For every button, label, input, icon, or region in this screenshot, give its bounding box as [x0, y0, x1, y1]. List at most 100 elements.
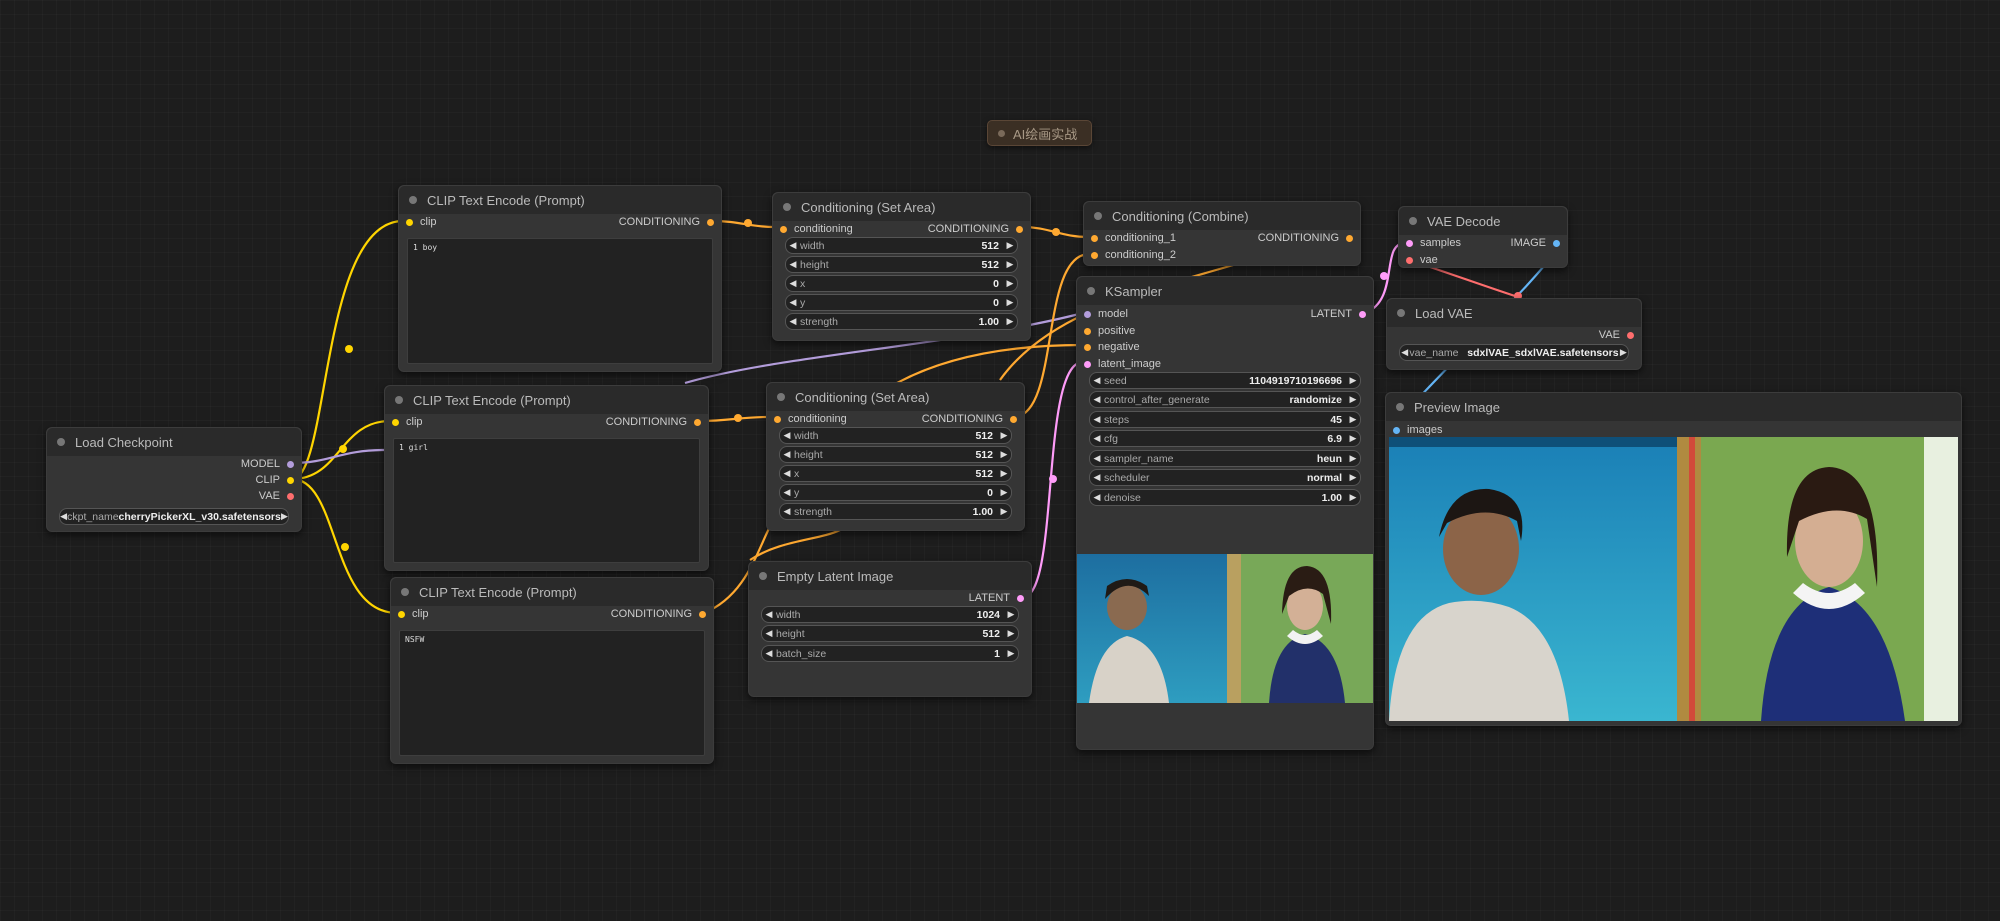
arrow-left-icon[interactable]: ◀: [780, 487, 794, 498]
arrow-right-icon[interactable]: ▶: [1003, 259, 1017, 270]
arrow-left-icon[interactable]: ◀: [1400, 347, 1409, 358]
prompt-textarea[interactable]: NSFW: [399, 630, 705, 756]
collapse-dot-icon[interactable]: [777, 393, 785, 401]
prompt-textarea[interactable]: 1 boy: [407, 238, 713, 364]
arrow-left-icon[interactable]: ◀: [786, 316, 800, 327]
arrow-left-icon[interactable]: ◀: [762, 648, 776, 659]
input-clip[interactable]: clip: [392, 415, 423, 429]
output-image[interactable]: IMAGE: [1511, 236, 1560, 250]
x-widget[interactable]: ◀ x 0 ▶: [785, 275, 1018, 292]
collapse-dot-icon[interactable]: [1396, 403, 1404, 411]
conditioning-output-dot-icon[interactable]: [694, 418, 701, 426]
arrow-left-icon[interactable]: ◀: [780, 506, 794, 517]
height-widget[interactable]: ◀ height 512 ▶: [785, 256, 1018, 273]
node-title[interactable]: CLIP Text Encode (Prompt): [385, 386, 708, 414]
cfg-widget[interactable]: ◀ cfg 6.9 ▶: [1089, 430, 1361, 447]
conditioning-input-dot-icon[interactable]: [1091, 234, 1098, 242]
node-conditioning-set-area-1[interactable]: Conditioning (Set Area) conditioning CON…: [772, 192, 1031, 341]
node-title[interactable]: Conditioning (Set Area): [773, 193, 1030, 221]
width-widget[interactable]: ◀ width 512 ▶: [779, 427, 1012, 444]
arrow-right-icon[interactable]: ▶: [997, 487, 1011, 498]
arrow-left-icon[interactable]: ◀: [786, 297, 800, 308]
width-widget[interactable]: ◀ width 512 ▶: [785, 237, 1018, 254]
arrow-left-icon[interactable]: ◀: [786, 240, 800, 251]
output-conditioning[interactable]: CONDITIONING: [606, 415, 701, 429]
latent-output-dot-icon[interactable]: [1359, 310, 1366, 318]
arrow-right-icon[interactable]: ▶: [281, 511, 288, 522]
vae-output-dot-icon[interactable]: [287, 492, 294, 500]
arrow-left-icon[interactable]: ◀: [1090, 375, 1104, 386]
arrow-right-icon[interactable]: ▶: [1346, 472, 1360, 483]
node-title[interactable]: Load VAE: [1387, 299, 1641, 327]
images-input-dot-icon[interactable]: [1393, 426, 1400, 434]
samples-input-dot-icon[interactable]: [1406, 239, 1413, 247]
node-empty-latent-image[interactable]: Empty Latent Image LATENT ◀ width 1024 ▶ ◀ h…: [748, 561, 1032, 697]
control-after-generate-widget[interactable]: ◀ control_after_generate randomize ▶: [1089, 391, 1361, 408]
node-ksampler[interactable]: KSampler model positive negative latent_…: [1076, 276, 1374, 750]
model-input-dot-icon[interactable]: [1084, 310, 1091, 318]
y-widget[interactable]: ◀ y 0 ▶: [779, 484, 1012, 501]
node-conditioning-set-area-2[interactable]: Conditioning (Set Area) conditioning CON…: [766, 382, 1025, 531]
arrow-right-icon[interactable]: ▶: [1004, 628, 1018, 639]
input-latent-image[interactable]: latent_image: [1084, 357, 1161, 371]
vae-input-dot-icon[interactable]: [1406, 256, 1413, 264]
steps-widget[interactable]: ◀ steps 45 ▶: [1089, 411, 1361, 428]
input-conditioning[interactable]: conditioning: [774, 412, 847, 426]
arrow-right-icon[interactable]: ▶: [1346, 375, 1360, 386]
clip-input-dot-icon[interactable]: [392, 418, 399, 426]
prompt-textarea[interactable]: 1 girl: [393, 438, 700, 563]
clip-output-dot-icon[interactable]: [287, 476, 294, 484]
output-conditioning[interactable]: CONDITIONING: [1258, 231, 1353, 245]
arrow-right-icon[interactable]: ▶: [1346, 492, 1360, 503]
arrow-left-icon[interactable]: ◀: [762, 628, 776, 639]
conditioning-input-dot-icon[interactable]: [780, 225, 787, 233]
image-output-dot-icon[interactable]: [1553, 239, 1560, 247]
node-clip-text-encode-2[interactable]: CLIP Text Encode (Prompt) clip CONDITION…: [384, 385, 709, 571]
conditioning-output-dot-icon[interactable]: [1010, 415, 1017, 423]
strength-widget[interactable]: ◀ strength 1.00 ▶: [785, 313, 1018, 330]
latent-output-dot-icon[interactable]: [1017, 594, 1024, 602]
arrow-left-icon[interactable]: ◀: [780, 449, 794, 460]
output-latent[interactable]: LATENT: [969, 591, 1024, 605]
collapse-dot-icon[interactable]: [57, 438, 65, 446]
output-latent[interactable]: LATENT: [1311, 307, 1366, 321]
node-load-vae[interactable]: Load VAE VAE ◀ vae_name sdxlVAE_sdxlVAE.…: [1386, 298, 1642, 370]
arrow-right-icon[interactable]: ▶: [1346, 453, 1360, 464]
conditioning-output-dot-icon[interactable]: [1016, 225, 1023, 233]
output-model[interactable]: MODEL: [241, 457, 294, 471]
output-conditioning[interactable]: CONDITIONING: [928, 222, 1023, 236]
arrow-right-icon[interactable]: ▶: [997, 449, 1011, 460]
output-conditioning[interactable]: CONDITIONING: [619, 215, 714, 229]
arrow-right-icon[interactable]: ▶: [1003, 240, 1017, 251]
node-title[interactable]: VAE Decode: [1399, 207, 1567, 235]
conditioning-output-dot-icon[interactable]: [1346, 234, 1353, 242]
node-preview-image[interactable]: Preview Image images: [1385, 392, 1962, 726]
arrow-right-icon[interactable]: ▶: [1003, 278, 1017, 289]
arrow-left-icon[interactable]: ◀: [786, 278, 800, 289]
collapse-dot-icon[interactable]: [401, 588, 409, 596]
arrow-right-icon[interactable]: ▶: [1346, 433, 1360, 444]
node-load-checkpoint[interactable]: Load Checkpoint MODEL CLIP VAE ◀ ckpt_na…: [46, 427, 302, 532]
input-negative[interactable]: negative: [1084, 340, 1140, 354]
node-title[interactable]: Empty Latent Image: [749, 562, 1031, 590]
negative-input-dot-icon[interactable]: [1084, 343, 1091, 351]
node-title[interactable]: Load Checkpoint: [47, 428, 301, 456]
ckpt-name-combo[interactable]: ◀ ckpt_namecherryPickerXL_v30.safetensor…: [59, 508, 289, 525]
vae-output-dot-icon[interactable]: [1627, 331, 1634, 339]
arrow-right-icon[interactable]: ▶: [1346, 414, 1360, 425]
arrow-right-icon[interactable]: ▶: [997, 468, 1011, 479]
group-label[interactable]: AI绘画实战: [987, 120, 1093, 146]
vae-name-combo[interactable]: ◀ vae_name sdxlVAE_sdxlVAE.safetensors ▶: [1399, 344, 1629, 361]
arrow-left-icon[interactable]: ◀: [786, 259, 800, 270]
input-vae[interactable]: vae: [1406, 253, 1438, 267]
output-vae[interactable]: VAE: [259, 489, 294, 503]
model-output-dot-icon[interactable]: [287, 460, 294, 468]
node-title[interactable]: Conditioning (Combine): [1084, 202, 1360, 230]
arrow-right-icon[interactable]: ▶: [1346, 394, 1360, 405]
collapse-dot-icon[interactable]: [1397, 309, 1405, 317]
height-widget[interactable]: ◀ height 512 ▶: [761, 625, 1019, 642]
batch-size-widget[interactable]: ◀ batch_size 1 ▶: [761, 645, 1019, 662]
arrow-right-icon[interactable]: ▶: [997, 506, 1011, 517]
arrow-right-icon[interactable]: ▶: [1003, 316, 1017, 327]
node-title[interactable]: KSampler: [1077, 277, 1373, 305]
